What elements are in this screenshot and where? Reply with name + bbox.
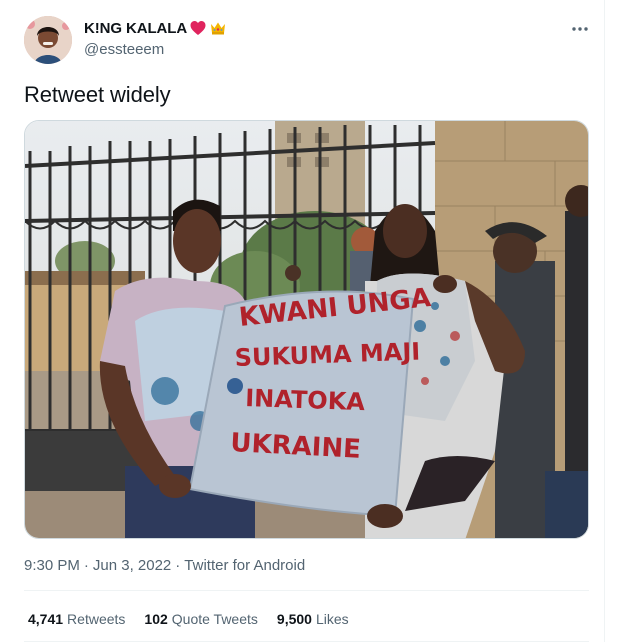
tweet-date[interactable]: Jun 3, 2022 — [93, 557, 171, 574]
tweet-meta: 9:30 PM · Jun 3, 2022 · Twitter for Andr… — [24, 557, 305, 574]
likes-label: Likes — [315, 611, 349, 627]
retweets-stat[interactable]: 4,741 Retweets — [28, 611, 125, 627]
divider-top — [24, 590, 589, 591]
crown-emoji-icon — [211, 22, 226, 35]
author-handle[interactable]: @essteeem — [84, 41, 164, 58]
retweets-label: Retweets — [67, 611, 126, 627]
tweet-time[interactable]: 9:30 PM — [24, 557, 80, 574]
sign-line-3: INATOKA — [245, 384, 366, 416]
protest-photo: KWANI UNGA SUKUMA MAJI INATOKA UKRAINE — [25, 121, 588, 538]
retweets-count: 4,741 — [28, 611, 64, 627]
heart-emoji-icon — [190, 21, 206, 35]
likes-stat[interactable]: 9,500 Likes — [277, 611, 349, 627]
avatar[interactable] — [24, 16, 72, 64]
quote-tweets-count: 102 — [144, 611, 168, 627]
author-name-row[interactable]: K!NG KALALA — [84, 19, 227, 37]
tweet-source[interactable]: Twitter for Android — [184, 557, 305, 574]
likes-count: 9,500 — [276, 611, 312, 627]
more-options-button[interactable] — [566, 17, 594, 41]
tweet-card: K!NG KALALA @essteeem Retweet widely KWA… — [0, 0, 605, 642]
tweet-text: Retweet widely — [24, 82, 171, 107]
meta-separator: · — [83, 557, 89, 574]
tweet-photo[interactable]: KWANI UNGA SUKUMA MAJI INATOKA UKRAINE — [24, 120, 589, 539]
author-display-name[interactable]: K!NG KALALA — [84, 20, 187, 37]
tweet-stats: 4,741 Retweets 102 Quote Tweets 9,500 Li… — [28, 611, 349, 627]
meta-separator: · — [175, 557, 181, 574]
more-dots-icon — [572, 27, 588, 31]
quote-tweets-stat[interactable]: 102 Quote Tweets — [144, 611, 258, 627]
quote-tweets-label: Quote Tweets — [171, 611, 258, 627]
avatar-image — [24, 16, 72, 64]
